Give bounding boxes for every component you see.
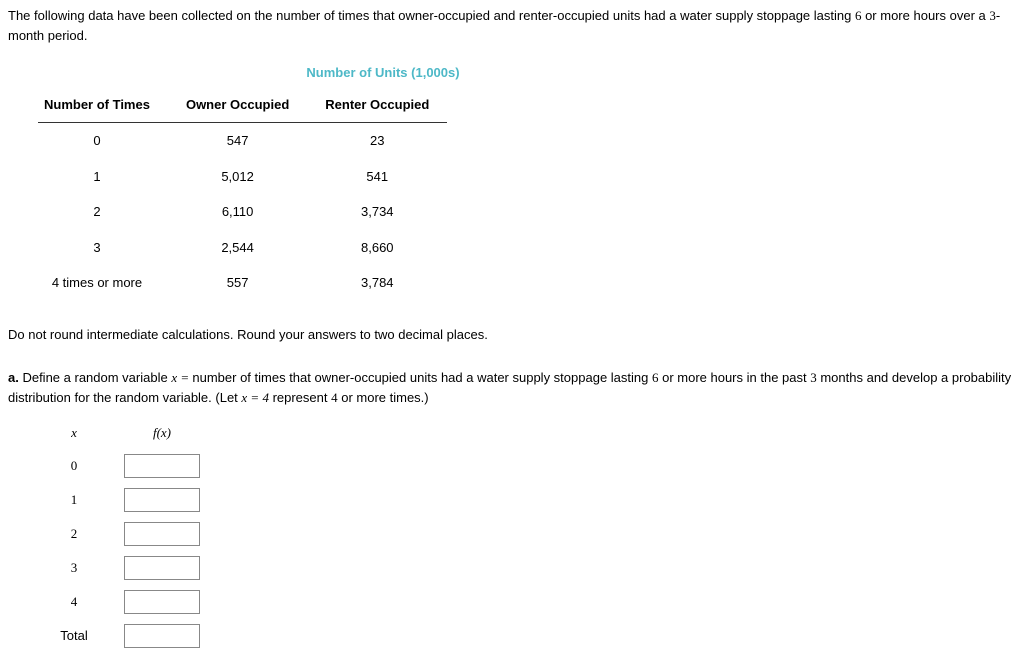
table-row: 4 times or more 557 3,784 xyxy=(38,265,447,301)
part-a-p3: or more hours in the past xyxy=(658,370,810,385)
part-a-p1: Define a random variable xyxy=(19,370,171,385)
answer-row: 2 xyxy=(34,517,210,551)
cell-renter: 23 xyxy=(307,123,447,159)
cell-owner: 547 xyxy=(168,123,307,159)
cell-owner: 2,544 xyxy=(168,230,307,266)
answer-input-4[interactable] xyxy=(124,590,200,614)
answer-table: x f(x) 0 1 2 3 4 Total xyxy=(34,419,210,653)
header-owner: Owner Occupied xyxy=(168,89,307,123)
cell-renter: 3,734 xyxy=(307,194,447,230)
answer-x: 3 xyxy=(34,551,114,585)
header-renter: Renter Occupied xyxy=(307,89,447,123)
cell-times: 3 xyxy=(38,230,168,266)
answer-fx-cell xyxy=(114,449,210,483)
part-a-var: x = xyxy=(171,370,192,385)
answer-row: 3 xyxy=(34,551,210,585)
cell-owner: 6,110 xyxy=(168,194,307,230)
table-row: 0 547 23 xyxy=(38,123,447,159)
cell-renter: 8,660 xyxy=(307,230,447,266)
part-a-p2: number of times that owner-occupied unit… xyxy=(192,370,652,385)
table-row: 2 6,110 3,734 xyxy=(38,194,447,230)
answer-header-fx: f(x) xyxy=(114,419,210,449)
answer-row-total: Total xyxy=(34,619,210,653)
answer-header-x: x xyxy=(34,419,114,449)
cell-times: 4 times or more xyxy=(38,265,168,301)
cell-owner: 5,012 xyxy=(168,159,307,195)
answer-fx-cell xyxy=(114,585,210,619)
part-a-let: x = 4 xyxy=(241,390,269,405)
answer-input-total[interactable] xyxy=(124,624,200,648)
answer-fx-cell xyxy=(114,619,210,653)
table-header-row: Number of Times Owner Occupied Renter Oc… xyxy=(38,89,447,123)
cell-renter: 3,784 xyxy=(307,265,447,301)
cell-times: 0 xyxy=(38,123,168,159)
answer-x: 2 xyxy=(34,517,114,551)
data-table: Number of Times Owner Occupied Renter Oc… xyxy=(38,89,447,301)
answer-input-3[interactable] xyxy=(124,556,200,580)
part-a-label: a. xyxy=(8,370,19,385)
data-table-wrap: Number of Units (1,000s) Number of Times… xyxy=(38,63,1016,301)
table-super-header: Number of Units (1,000s) xyxy=(38,63,563,89)
answer-input-1[interactable] xyxy=(124,488,200,512)
cell-owner: 557 xyxy=(168,265,307,301)
answer-row: 1 xyxy=(34,483,210,517)
answer-fx-cell xyxy=(114,551,210,585)
header-times: Number of Times xyxy=(38,89,168,123)
intro-part1: The following data have been collected o… xyxy=(8,8,855,23)
table-row: 1 5,012 541 xyxy=(38,159,447,195)
cell-renter: 541 xyxy=(307,159,447,195)
part-a-prompt: a. Define a random variable x = number o… xyxy=(8,368,1016,407)
rounding-instruction: Do not round intermediate calculations. … xyxy=(8,325,1016,345)
cell-times: 1 xyxy=(38,159,168,195)
answer-x: 1 xyxy=(34,483,114,517)
intro-text: The following data have been collected o… xyxy=(8,6,1016,45)
answer-x: 4 xyxy=(34,585,114,619)
answer-fx-cell xyxy=(114,517,210,551)
answer-row: 4 xyxy=(34,585,210,619)
answer-row: 0 xyxy=(34,449,210,483)
table-row: 3 2,544 8,660 xyxy=(38,230,447,266)
answer-fx-cell xyxy=(114,483,210,517)
answer-x: 0 xyxy=(34,449,114,483)
part-a-p6: or more times.) xyxy=(338,390,429,405)
answer-input-2[interactable] xyxy=(124,522,200,546)
cell-times: 2 xyxy=(38,194,168,230)
answer-total-label: Total xyxy=(34,619,114,653)
answer-input-0[interactable] xyxy=(124,454,200,478)
part-a-p5: represent xyxy=(269,390,331,405)
answer-header-row: x f(x) xyxy=(34,419,210,449)
intro-part2: or more hours over a xyxy=(861,8,989,23)
